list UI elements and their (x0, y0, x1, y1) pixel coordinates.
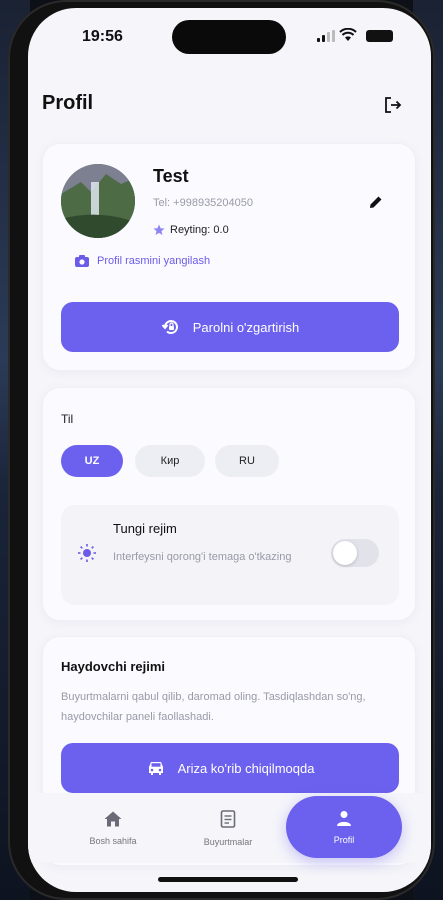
driver-application-button[interactable]: Ariza ko'rib chiqilmoqda (61, 743, 399, 793)
tab-orders[interactable]: Buyurtmalar (183, 793, 273, 863)
phone-frame: 19:56 Profil Test Tel: +998935204050 Rey… (8, 0, 435, 900)
battery-icon (366, 30, 393, 42)
language-kir-chip[interactable]: Кир (135, 445, 205, 477)
change-password-label: Parolni o'zgartirish (192, 319, 300, 335)
night-mode-row: Tungi rejim Interfeysni qorong'i temaga … (61, 505, 399, 605)
tab-home-label: Bosh sahifa (89, 835, 137, 846)
night-mode-toggle[interactable] (331, 539, 379, 567)
language-uz-chip[interactable]: UZ (61, 445, 123, 477)
app-screen: 19:56 Profil Test Tel: +998935204050 Rey… (28, 8, 431, 892)
language-title: Til (61, 412, 74, 426)
rating-text: Reyting: 0.0 (170, 224, 229, 236)
update-photo-label: Profil rasmini yangilash (97, 255, 211, 267)
tab-profile-label: Profil (333, 834, 355, 845)
logout-icon[interactable] (384, 96, 402, 114)
update-photo-link[interactable]: Profil rasmini yangilash (75, 255, 210, 267)
signal-icon (317, 30, 335, 42)
status-bar: 19:56 (28, 8, 431, 68)
driver-button-label: Ariza ko'rib chiqilmoqda (177, 760, 315, 776)
profile-rating: Reyting: 0.0 (153, 224, 229, 236)
user-icon (337, 810, 351, 826)
tab-bar: Bosh sahifa Buyurtmalar Profil (28, 793, 431, 863)
profile-phone: Tel: +998935204050 (153, 197, 254, 209)
profile-card: Test Tel: +998935204050 Reyting: 0.0 Pro… (42, 143, 416, 371)
dynamic-island (172, 20, 286, 54)
driver-title: Haydovchi rejimi (61, 659, 166, 674)
driver-description: Buyurtmalarni qabul qilib, daromad oling… (61, 691, 366, 723)
home-icon (104, 811, 122, 826)
night-mode-title: Tungi rejim (113, 521, 177, 536)
orders-icon (220, 809, 236, 828)
avatar[interactable] (61, 164, 135, 238)
home-indicator (158, 877, 298, 882)
toggle-knob (333, 541, 357, 565)
tab-orders-label: Buyurtmalar (203, 836, 253, 847)
profile-name: Test (153, 166, 189, 186)
edit-icon[interactable] (368, 194, 384, 210)
sun-icon (78, 544, 96, 562)
page-title: Profil (42, 92, 94, 114)
lock-reset-icon (161, 320, 178, 335)
car-icon (148, 762, 163, 775)
tab-profile[interactable]: Profil (286, 796, 402, 858)
night-mode-description: Interfeysni qorong'i temaga o'tkazing (113, 551, 292, 563)
tab-home[interactable]: Bosh sahifa (68, 793, 158, 863)
wifi-icon (339, 28, 357, 41)
star-icon (153, 224, 165, 235)
language-ru-chip[interactable]: RU (215, 445, 279, 477)
settings-card: Til UZ Кир RU Tungi rejim Interfeysni qo… (42, 387, 416, 621)
status-time: 19:56 (82, 28, 123, 45)
change-password-button[interactable]: Parolni o'zgartirish (61, 302, 399, 352)
camera-icon (75, 255, 89, 267)
